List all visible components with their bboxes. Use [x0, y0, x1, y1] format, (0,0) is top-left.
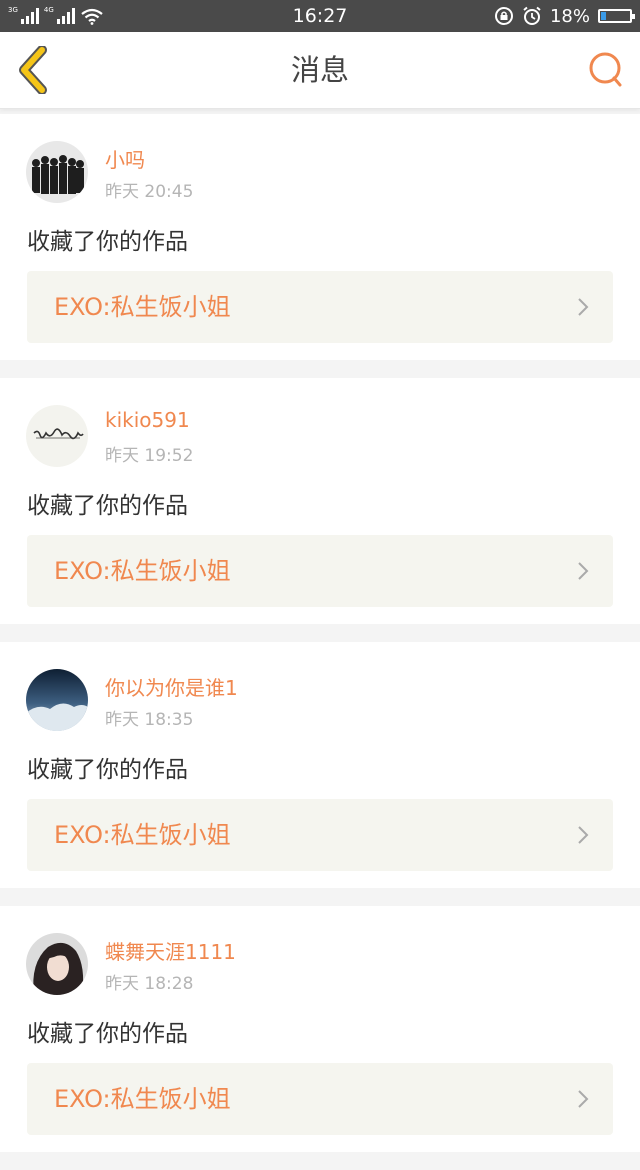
- message-list: 小吗 昨天 20:45 收藏了你的作品 EXO:私生饭小姐 kikio591 昨…: [0, 114, 640, 1170]
- timestamp: 昨天 18:35: [105, 710, 194, 730]
- rotation-lock-icon: [494, 7, 513, 25]
- chevron-right-icon: [578, 298, 589, 316]
- message-card: 蝶舞天涯1111 昨天 18:28 收藏了你的作品 EXO:私生饭小姐: [0, 906, 640, 1152]
- message-card: 小吗 昨天 20:45 收藏了你的作品 EXO:私生饭小姐: [0, 114, 640, 360]
- avatar[interactable]: [26, 669, 88, 731]
- timestamp: 昨天 19:52: [105, 446, 194, 466]
- username[interactable]: 小吗: [105, 144, 145, 173]
- username[interactable]: kikio591: [105, 408, 190, 432]
- search-button[interactable]: [586, 50, 626, 90]
- status-right: 18%: [494, 0, 635, 32]
- action-text: 收藏了你的作品: [27, 229, 188, 255]
- portrait-avatar-image: [26, 933, 88, 995]
- chevron-right-icon: [578, 562, 589, 580]
- page-title: 消息: [290, 53, 349, 87]
- sky-clouds-avatar-image: [26, 669, 88, 731]
- chevron-right-icon: [578, 826, 589, 844]
- avatar[interactable]: [26, 933, 88, 995]
- search-icon: [589, 52, 622, 87]
- group-photo-avatar-image: [26, 141, 88, 203]
- battery-icon: [598, 9, 635, 23]
- work-link[interactable]: EXO:私生饭小姐: [27, 271, 613, 343]
- username[interactable]: 你以为你是谁1: [105, 672, 238, 701]
- username[interactable]: 蝶舞天涯1111: [105, 936, 236, 965]
- action-text: 收藏了你的作品: [27, 493, 188, 519]
- status-bar: 3G 4G 16:27 18%: [0, 0, 640, 32]
- avatar[interactable]: [26, 405, 88, 467]
- timestamp: 昨天 18:28: [105, 974, 194, 994]
- work-title: EXO:私生饭小姐: [54, 557, 231, 585]
- work-link[interactable]: EXO:私生饭小姐: [27, 535, 613, 607]
- battery-percent: 18%: [549, 5, 590, 27]
- work-link[interactable]: EXO:私生饭小姐: [27, 799, 613, 871]
- calligraphy-avatar-image: [26, 405, 88, 467]
- message-card: 你以为你是谁1 昨天 18:35 收藏了你的作品 EXO:私生饭小姐: [0, 642, 640, 888]
- battery-level: [601, 12, 607, 20]
- work-link[interactable]: EXO:私生饭小姐: [27, 1063, 613, 1135]
- action-text: 收藏了你的作品: [27, 1021, 188, 1047]
- work-title: EXO:私生饭小姐: [54, 293, 231, 321]
- action-text: 收藏了你的作品: [27, 757, 188, 783]
- timestamp: 昨天 20:45: [105, 182, 194, 202]
- top-navigation-bar: 消息: [0, 32, 640, 109]
- avatar[interactable]: [26, 141, 88, 203]
- work-title: EXO:私生饭小姐: [54, 821, 231, 849]
- work-title: EXO:私生饭小姐: [54, 1085, 231, 1113]
- alarm-icon: [523, 6, 541, 25]
- message-card: kikio591 昨天 19:52 收藏了你的作品 EXO:私生饭小姐: [0, 378, 640, 624]
- chevron-right-icon: [578, 1090, 589, 1108]
